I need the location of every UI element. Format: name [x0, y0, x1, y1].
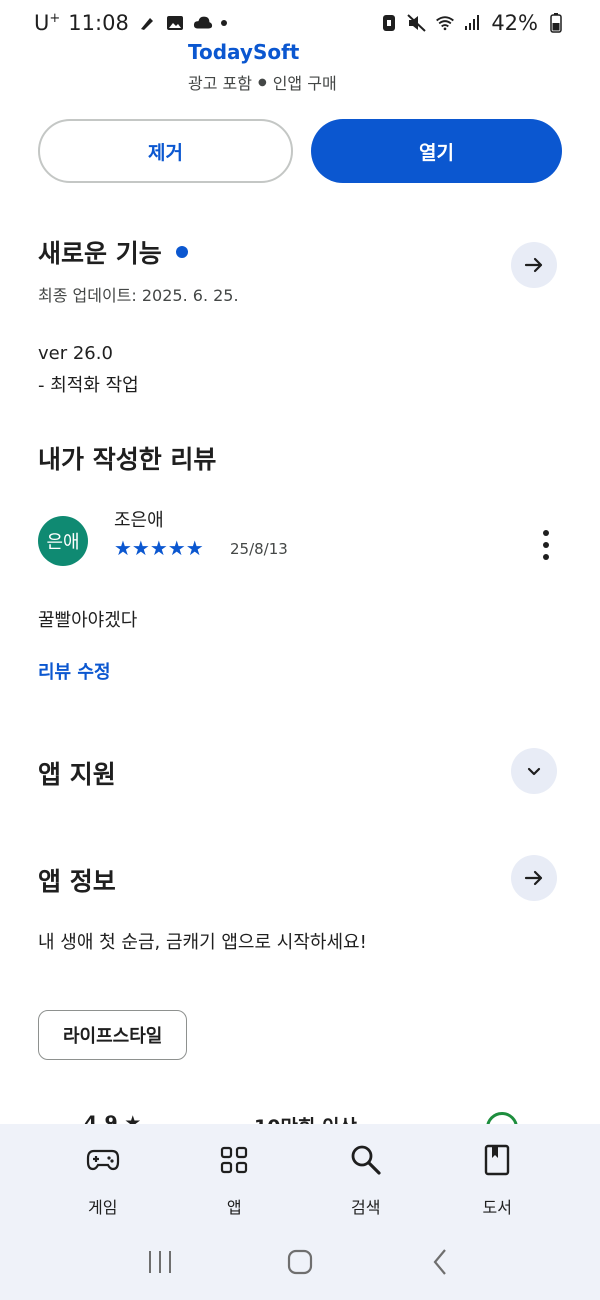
clock: 11:08: [68, 11, 129, 35]
pen-notification-icon: [137, 13, 157, 33]
wifi-icon: [435, 13, 455, 33]
my-review-title: 내가 작성한 리뷰: [38, 445, 217, 474]
my-review-section: 내가 작성한 리뷰 은애 조은애 ★★★★★ 25/8/13 꿀빨아야겠다 리뷰…: [38, 440, 562, 683]
review-text: 꿀빨아야겠다: [38, 610, 138, 631]
chevron-down-icon: [527, 767, 541, 776]
release-note-item: - 최적화 작업: [38, 375, 139, 396]
home-button[interactable]: [275, 1242, 325, 1282]
battery-percent: 42%: [491, 11, 538, 35]
status-left: U+ 11:08: [34, 11, 227, 35]
search-icon: [348, 1142, 384, 1178]
status-right: 42%: [379, 11, 566, 35]
back-chevron-icon: [433, 1249, 446, 1275]
mute-icon: [407, 13, 427, 33]
gamepad-icon: [85, 1142, 121, 1178]
app-info-arrow-button[interactable]: [511, 855, 557, 901]
recents-button[interactable]: [135, 1242, 185, 1282]
ads-label: 광고 포함: [188, 74, 252, 93]
action-buttons: 제거 열기: [38, 119, 562, 183]
meta-separator: ●: [257, 76, 267, 88]
nav-label-search: 검색: [351, 1198, 381, 1217]
whats-new-arrow-button[interactable]: [511, 242, 557, 288]
release-version: ver 26.0: [38, 343, 113, 364]
review-date: 25/8/13: [230, 540, 288, 558]
reviewer-row: 은애 조은애 ★★★★★ 25/8/13: [38, 506, 562, 570]
new-indicator-dot: [175, 246, 188, 258]
iap-label: 인앱 구매: [272, 74, 337, 93]
nav-items: 게임 앱 검색 도서: [0, 1138, 600, 1228]
app-info-section: 앱 정보 내 생애 첫 순금, 금캐기 앱으로 시작하세요! 라이프스타일: [38, 862, 562, 1060]
open-button[interactable]: 열기: [311, 119, 562, 183]
battery-icon: [546, 13, 566, 33]
app-description: 내 생애 첫 순금, 금캐기 앱으로 시작하세요!: [38, 932, 367, 953]
app-meta: 광고 포함 ● 인앱 구매: [188, 70, 337, 94]
app-support-expand-button[interactable]: [511, 748, 557, 794]
whats-new-title: 새로운 기능: [38, 239, 162, 268]
signal-icon: [463, 13, 483, 33]
nav-item-games[interactable]: 게임: [65, 1138, 141, 1228]
apps-grid-icon: [216, 1142, 252, 1178]
image-notification-icon: [165, 13, 185, 33]
carrier-label: U+: [34, 11, 61, 35]
nav-item-books[interactable]: 도서: [459, 1138, 535, 1228]
app-support-section[interactable]: 앱 지원: [38, 755, 116, 791]
book-icon: [479, 1142, 515, 1178]
more-options-icon[interactable]: [536, 530, 556, 560]
nav-item-search[interactable]: 검색: [328, 1138, 404, 1228]
whats-new-title-row: 새로운 기능: [38, 234, 562, 270]
uninstall-button[interactable]: 제거: [38, 119, 293, 183]
arrow-right-icon: [524, 257, 543, 273]
home-icon: [287, 1249, 313, 1275]
nav-label-apps: 앱: [226, 1198, 242, 1217]
app-header: TodaySoft 광고 포함 ● 인앱 구매: [188, 40, 337, 94]
avatar: 은애: [38, 516, 88, 566]
arrow-right-icon: [524, 870, 543, 886]
app-support-title: 앱 지원: [38, 760, 116, 789]
app-developer-name[interactable]: TodaySoft: [188, 40, 337, 64]
release-notes: ver 26.0 - 최적화 작업: [38, 338, 562, 402]
category-chip[interactable]: 라이프스타일: [38, 1010, 188, 1060]
nav-label-books: 도서: [482, 1198, 512, 1217]
edit-review-link[interactable]: 리뷰 수정: [38, 658, 111, 684]
last-updated: 최종 업데이트: 2025. 6. 25.: [38, 286, 239, 305]
cloud-notification-icon: [193, 13, 213, 33]
reviewer-name: 조은애: [114, 510, 164, 531]
star-rating: ★★★★★: [114, 536, 204, 560]
system-navigation: [0, 1240, 600, 1284]
nav-item-apps[interactable]: 앱: [196, 1138, 272, 1228]
whats-new-section: 새로운 기능 최종 업데이트: 2025. 6. 25. ver 26.0 - …: [38, 234, 562, 402]
app-info-title: 앱 정보: [38, 867, 116, 896]
back-button[interactable]: [415, 1242, 465, 1282]
nav-label-games: 게임: [88, 1198, 118, 1217]
nfc-icon: [379, 13, 399, 33]
recents-icon: [149, 1251, 171, 1273]
more-notifications-icon: [220, 20, 227, 26]
